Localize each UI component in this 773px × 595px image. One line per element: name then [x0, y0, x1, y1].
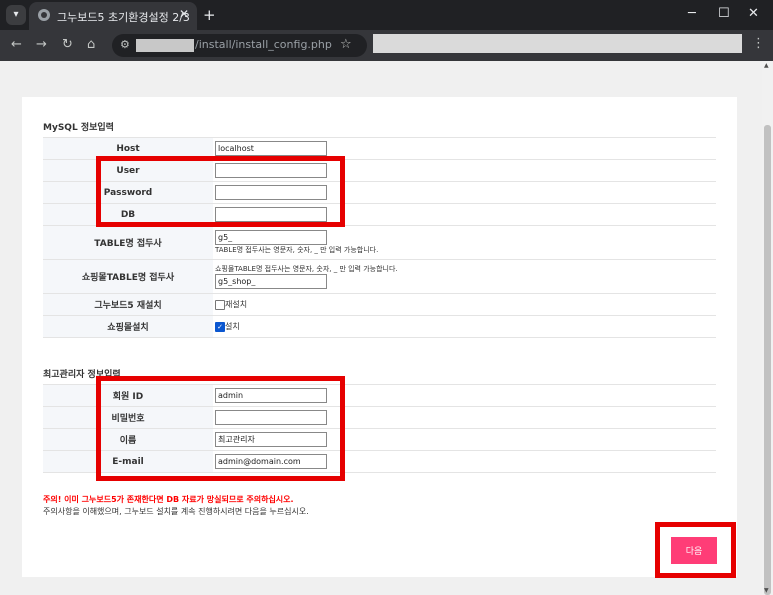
scrollbar-thumb[interactable]	[764, 125, 771, 595]
browser-tab-strip: ▾ 그누보드5 초기환경설정 2/3 ✕ + ─ ☐ ✕	[0, 0, 773, 30]
back-arrow-icon[interactable]: ←	[11, 37, 22, 52]
redacted-host	[136, 39, 194, 52]
shop-install-checkbox[interactable]: ✓	[215, 321, 225, 332]
window-close-icon[interactable]: ✕	[748, 6, 759, 21]
shop-install-row: 쇼핑몰설치 ✓ 설치	[43, 315, 716, 338]
table-prefix-hint: TABLE명 접두사는 영문자, 숫자, _ 만 입력 가능합니다.	[215, 246, 379, 254]
shop-prefix-input[interactable]	[215, 274, 327, 289]
table-prefix-row: TABLE명 접두사 TABLE명 접두사는 영문자, 숫자, _ 만 입력 가…	[43, 225, 716, 260]
shop-install-checkbox-label[interactable]: 설치	[225, 322, 240, 331]
reinstall-checkbox-label[interactable]: 재설치	[225, 300, 247, 309]
site-info-icon[interactable]: ⚙	[120, 38, 130, 51]
scroll-down-arrow-icon[interactable]: ▼	[764, 587, 769, 594]
new-tab-button[interactable]: +	[203, 6, 216, 24]
home-icon[interactable]: ⌂	[87, 37, 95, 52]
browser-tab-active[interactable]: 그누보드5 초기환경설정 2/3 ✕	[29, 2, 197, 30]
tab-search-button[interactable]: ▾	[6, 5, 26, 25]
minimize-icon[interactable]: ─	[688, 6, 696, 21]
table-prefix-input[interactable]	[215, 230, 327, 245]
mysql-section-title: MySQL 정보입력	[43, 123, 114, 133]
shop-prefix-row: 쇼핑몰TABLE명 접두사 쇼핑몰TABLE명 접두사는 영문자, 숫자, _ …	[43, 259, 716, 294]
warning-notice: 주의! 이미 그누보드5가 존재한다면 DB 자료가 망실되므로 주의하십시오.	[43, 495, 294, 504]
reinstall-label: 그누보드5 재설치	[43, 293, 213, 316]
tab-title: 그누보드5 초기환경설정 2/3	[57, 11, 190, 24]
browser-toolbar: ← → ↻ ⌂ ⚙ /install/install_config.php ☆ …	[0, 30, 773, 61]
checkmark-icon: ✓	[217, 322, 223, 331]
bookmark-star-icon[interactable]: ☆	[340, 37, 352, 52]
shop-prefix-hint: 쇼핑몰TABLE명 접두사는 영문자, 숫자, _ 만 입력 가능합니다.	[215, 265, 398, 273]
reload-icon[interactable]: ↻	[62, 37, 73, 52]
table-prefix-label: TABLE명 접두사	[43, 225, 213, 260]
chevron-down-icon: ▾	[13, 9, 19, 20]
address-bar[interactable]: ⚙ /install/install_config.php ☆	[112, 34, 367, 57]
highlight-box-next-button	[655, 522, 736, 578]
highlight-box-mysql-credentials	[96, 156, 345, 227]
reinstall-checkbox[interactable]	[215, 299, 225, 310]
reinstall-row: 그누보드5 재설치 재설치	[43, 293, 716, 316]
tab-close-icon[interactable]: ✕	[179, 7, 189, 21]
browser-menu-icon[interactable]: ⋮	[752, 36, 765, 51]
info-notice: 주의사항을 이해했으며, 그누보드 설치를 계속 진행하시려면 다음을 누르십시…	[43, 507, 309, 516]
shop-install-label: 쇼핑몰설치	[43, 315, 213, 338]
favicon-icon	[38, 9, 50, 21]
redacted-extension-bar	[373, 34, 742, 53]
shop-prefix-label: 쇼핑몰TABLE명 접두사	[43, 259, 213, 294]
host-input[interactable]	[215, 141, 327, 156]
url-path: /install/install_config.php	[195, 38, 332, 51]
maximize-icon[interactable]: ☐	[718, 6, 730, 21]
page-scrollbar[interactable]: ▲ ▼	[762, 61, 773, 595]
scroll-up-arrow-icon[interactable]: ▲	[764, 62, 769, 69]
page-viewport: MySQL 정보입력 Host User Password DB TABLE명 …	[0, 61, 773, 595]
highlight-box-admin-info	[96, 376, 345, 481]
forward-arrow-icon[interactable]: →	[36, 37, 47, 52]
